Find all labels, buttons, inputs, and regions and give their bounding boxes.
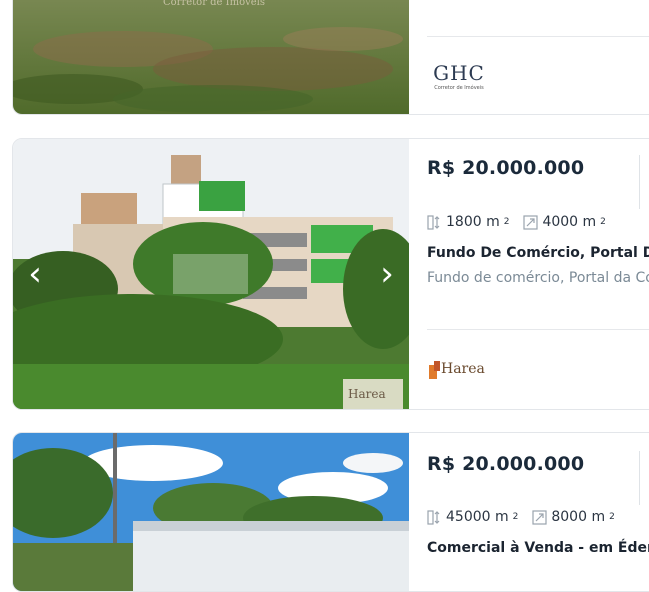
listing-photo[interactable]: Corretor de Imóveis: [13, 0, 409, 114]
area-unit-sup: 2: [600, 217, 606, 227]
area-total: 45000 m2: [427, 509, 518, 525]
listing-price: R$ 20.000.000: [427, 453, 585, 475]
listing-specs: 1800 m2 4000 m2: [427, 214, 606, 230]
area-built-value: 8000 m: [551, 509, 606, 525]
prev-photo-button[interactable]: ‹: [21, 254, 49, 294]
area-unit-sup: 2: [512, 512, 519, 522]
agency-logo[interactable]: Harea: [429, 357, 489, 385]
listing-card-1[interactable]: Corretor de Imóveis GHC Corretor de Imóv…: [12, 0, 649, 115]
area-built: 4000 m2: [523, 214, 606, 230]
area-built-icon: [523, 214, 539, 230]
area-built-value: 4000 m: [542, 214, 597, 230]
agency-logo-text: Harea: [441, 361, 485, 377]
divider: [427, 36, 649, 37]
listing-photo[interactable]: [13, 433, 409, 591]
field-photo: [13, 0, 409, 114]
area-built: 8000 m2: [532, 509, 615, 525]
listing-card-2[interactable]: Harea ‹ › R$ 20.000.000 1800 m2 4000 m 2…: [12, 138, 649, 410]
listing-info: R$ 20.000.000 45000 m2 8000 m2 Comercial…: [409, 433, 649, 591]
listing-info: R$ 20.000.000 1800 m2 4000 m2 Fundo De C…: [409, 139, 649, 409]
listing-subtitle: Fundo de comércio, Portal da Coli: [427, 270, 649, 286]
area-unit-sup: 2: [503, 217, 510, 227]
divider: [427, 329, 649, 330]
area-total: 1800 m2: [427, 214, 509, 230]
listing-card-3[interactable]: R$ 20.000.000 45000 m2 8000 m2 Comercial…: [12, 432, 649, 592]
listing-title[interactable]: Fundo De Comércio, Portal Da Co: [427, 245, 649, 261]
area-total-icon: [427, 509, 440, 525]
building-photo: [13, 139, 409, 409]
agency-logo[interactable]: GHC Corretor de Imóveis: [429, 61, 489, 91]
next-photo-button[interactable]: ›: [373, 254, 401, 294]
area-total-icon: [427, 214, 440, 230]
photo-watermark: Harea: [348, 387, 386, 401]
listing-info: GHC Corretor de Imóveis: [409, 0, 649, 114]
divider: [639, 451, 640, 505]
listing-title[interactable]: Comercial à Venda - em Éden: [427, 540, 649, 556]
area-unit-sup: 2: [609, 512, 615, 522]
agency-logo-text: GHC: [433, 61, 485, 85]
agency-logo-subtext: Corretor de Imóveis: [434, 85, 484, 91]
area-total-value: 45000 m: [446, 509, 509, 525]
listing-photo[interactable]: Harea ‹ ›: [13, 139, 409, 409]
photo-watermark: Corretor de Imóveis: [163, 0, 265, 8]
area-total-value: 1800 m: [446, 214, 500, 230]
listing-price: R$ 20.000.000: [427, 157, 585, 179]
listing-specs: 45000 m2 8000 m2: [427, 509, 615, 525]
warehouse-photo: [13, 433, 409, 591]
divider: [639, 155, 640, 209]
area-built-icon: [532, 509, 547, 525]
